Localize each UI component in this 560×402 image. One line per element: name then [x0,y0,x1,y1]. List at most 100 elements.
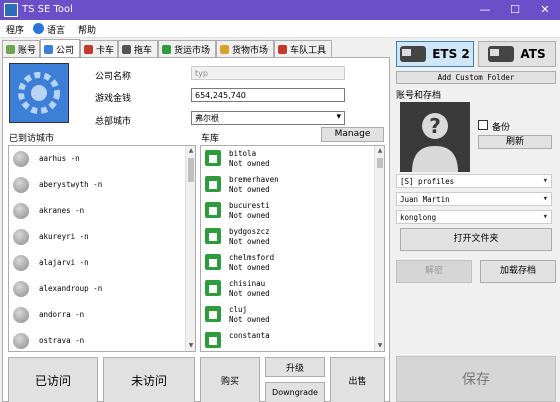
save-button: 保存 [396,356,556,402]
garage-icon [205,280,221,296]
scroll-down-icon[interactable]: ▼ [186,341,195,351]
company-name-label: 公司名称 [95,72,132,82]
garage-icon [205,150,221,166]
tab-account[interactable]: 账号 [2,40,40,58]
backup-checkbox[interactable] [478,120,488,130]
list-item[interactable]: akranes -n [9,198,195,224]
list-item[interactable]: bitola Not owned [201,146,384,172]
refresh-button[interactable]: 刷新 [478,135,552,149]
scroll-down-icon[interactable]: ▼ [375,341,384,351]
save-select[interactable]: konglong [396,210,552,224]
title-bar: TS SE Tool — ☐ ✕ [0,0,560,20]
scroll-thumb[interactable] [188,158,194,182]
sell-button[interactable]: 出售 [330,357,385,402]
visited-cities-header: 已到访城市 [9,134,55,144]
garage-name: constanta [229,331,270,340]
list-item[interactable]: aberystwyth -n [9,172,195,198]
truck-icon [84,45,93,54]
tab-label: 账号 [18,46,37,56]
garage-icon [205,202,221,218]
garage-status: Not owned [229,159,270,168]
buy-button[interactable]: 购买 [200,357,260,402]
open-folder-button[interactable]: 打开文件夹 [400,228,552,251]
maximize-button[interactable]: ☐ [500,0,530,20]
money-field[interactable]: 654,245,740 [191,88,345,102]
scroll-up-icon[interactable]: ▲ [186,146,195,156]
garage-name: bucuresti [229,201,270,210]
garage-name: cluj [229,305,248,314]
tab-cargo-market[interactable]: 货物市场 [216,40,274,58]
load-save-button[interactable]: 加载存档 [480,260,556,283]
menu-program[interactable]: 程序 [6,23,24,36]
city-avatar-icon [13,307,29,323]
profile-type-select[interactable]: [S] profiles [396,174,552,188]
tab-company[interactable]: 公司 [40,39,80,58]
city-name: alajarvi -n [39,258,89,267]
minimize-button[interactable]: — [470,0,500,20]
account-icon [6,45,15,54]
tab-freight-market[interactable]: 货运市场 [158,40,216,58]
unvisited-button[interactable]: 未访问 [103,357,195,402]
menu-language[interactable]: 语言 [47,23,65,36]
list-item[interactable]: alajarvi -n [9,250,195,276]
upgrade-button[interactable]: 升级 [265,357,325,377]
garage-status: Not owned [229,237,270,246]
city-name: alexandroup -n [39,284,103,293]
city-avatar-icon [13,255,29,271]
manage-button[interactable]: Manage [321,127,384,142]
cargo-icon [220,45,229,54]
truck-icon [488,46,515,62]
list-item[interactable]: ostrava -n [9,328,195,351]
list-item[interactable]: bremerhaven Not owned [201,172,384,198]
list-item[interactable]: bucuresti Not owned [201,198,384,224]
visited-button[interactable]: 已访问 [8,357,98,402]
list-item[interactable]: bydgoszcz Not owned [201,224,384,250]
garage-name: chisinau [229,279,266,288]
city-name: aberystwyth -n [39,180,103,189]
tab-trailer[interactable]: 拖车 [118,40,158,58]
garage-status: Not owned [229,315,270,324]
list-item[interactable]: chisinau Not owned [201,276,384,302]
garage-name: bydgoszcz [229,227,270,236]
ets2-button[interactable]: ETS 2 [396,41,474,67]
menu-bar: 程序 语言 帮助 [0,20,560,38]
list-item[interactable]: akureyri -n [9,224,195,250]
globe-icon [33,23,44,34]
garage-icon [205,306,221,322]
city-name: andorra -n [39,310,85,319]
list-item[interactable]: constanta [201,328,384,351]
list-item[interactable]: aarhus -n [9,146,195,172]
list-item[interactable]: cluj Not owned [201,302,384,328]
list-item[interactable]: chelmsford Not owned [201,250,384,276]
ats-button[interactable]: ATS [478,41,556,67]
menu-help[interactable]: 帮助 [78,23,96,36]
visited-cities-list[interactable]: aarhus -n aberystwyth -n akranes -n akur… [8,145,196,352]
garages-header: 车库 [201,134,220,144]
garage-icon [205,228,221,244]
visited-scrollbar[interactable]: ▲ ▼ [185,146,195,351]
tab-fleet-tools[interactable]: 车队工具 [274,40,332,58]
list-item[interactable]: andorra -n [9,302,195,328]
garages-list[interactable]: bitola Not owned bremerhaven Not owned buc… [200,145,385,352]
profile-header: 账号和存档 [396,91,442,101]
close-button[interactable]: ✕ [530,0,560,20]
profile-name-select[interactable]: Juan Martin [396,192,552,206]
svg-text:?: ? [429,114,441,138]
garage-name: bitola [229,149,257,158]
hq-city-label: 总部城市 [95,117,132,127]
city-avatar-icon [13,177,29,193]
garages-scrollbar[interactable]: ▲ ▼ [374,146,384,351]
window-title: TS SE Tool [22,4,73,15]
add-custom-folder-button[interactable]: Add Custom Folder [396,71,556,84]
tab-truck[interactable]: 卡车 [80,40,118,58]
right-panel: ETS 2 ATS Add Custom Folder 账号和存档 ? 备份 刷… [392,38,560,402]
scroll-thumb[interactable] [377,158,383,168]
tab-strip: 账号 公司 卡车 拖车 货运市场 货物市场 车队工具 [2,39,390,58]
main-window: 程序 语言 帮助 账号 公司 卡车 拖车 货运市场 货物市场 车队工具 公司名称… [0,20,560,402]
scroll-up-icon[interactable]: ▲ [375,146,384,156]
hq-city-select[interactable]: 弗尔根 [191,111,345,125]
unknown-profile-icon: ? [412,113,458,172]
downgrade-button[interactable]: Downgrade [265,382,325,402]
app-icon [4,3,18,17]
list-item[interactable]: alexandroup -n [9,276,195,302]
